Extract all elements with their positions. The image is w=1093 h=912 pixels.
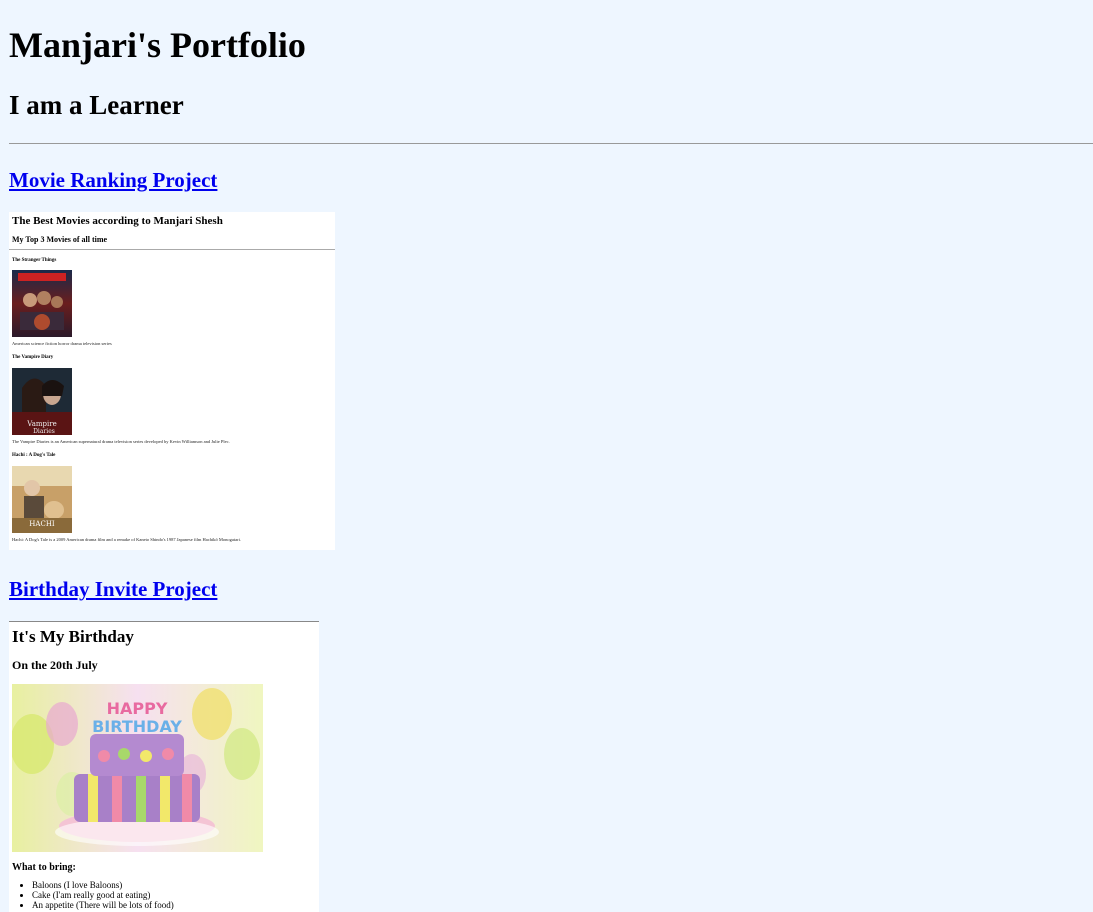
svg-text:Diaries: Diaries [33,428,55,435]
movie-title: The Stranger Things [12,258,57,263]
movie-preview-divider [9,249,335,250]
page-subtitle: I am a Learner [9,90,184,120]
movie-description: The Vampire Diaries is an American super… [12,439,230,444]
header-divider [9,143,1093,144]
birthday-invite-preview[interactable]: It's My Birthday On the 20th July HAPPY … [9,621,319,912]
movie-title: The Vampire Diary [12,355,54,360]
movie-ranking-preview[interactable]: The Best Movies according to Manjari She… [9,212,335,550]
birthday-preview-heading: It's My Birthday [12,627,134,646]
birthday-cake-image: HAPPY BIRTHDAY [12,684,263,852]
svg-text:BIRTHDAY: BIRTHDAY [92,717,182,736]
list-item: An appetite (There will be lots of food) [32,900,174,910]
list-item: Baloons (I love Baloons) [32,880,174,890]
movie-preview-subheading: My Top 3 Movies of all time [12,235,108,244]
bring-list: Baloons (I love Baloons) Cake (I'am real… [12,880,174,910]
list-item: Cake (I'am really good at eating) [32,890,174,900]
vampire-diaries-poster-image: Vampire Diaries [12,368,72,435]
stranger-things-poster-image [12,270,72,337]
svg-text:HACHI: HACHI [29,520,55,528]
movie-ranking-project-link[interactable]: Movie Ranking Project [9,167,217,193]
movie-title: Hachi : A Dog's Tale [12,453,56,458]
birthday-preview-subheading: On the 20th July [12,658,98,672]
what-to-bring-heading: What to bring: [12,862,76,873]
svg-text:Vampire: Vampire [26,420,56,428]
movie-preview-heading: The Best Movies according to Manjari She… [12,215,223,227]
birthday-invite-project-link[interactable]: Birthday Invite Project [9,576,217,602]
svg-text:HAPPY: HAPPY [107,699,168,718]
hachi-poster-image: HACHI [12,466,72,533]
page-title: Manjari's Portfolio [9,25,306,65]
movie-description: Hachi: A Dog's Tale is a 2009 American d… [12,537,242,542]
movie-description: American science fiction horror drama te… [12,341,112,346]
